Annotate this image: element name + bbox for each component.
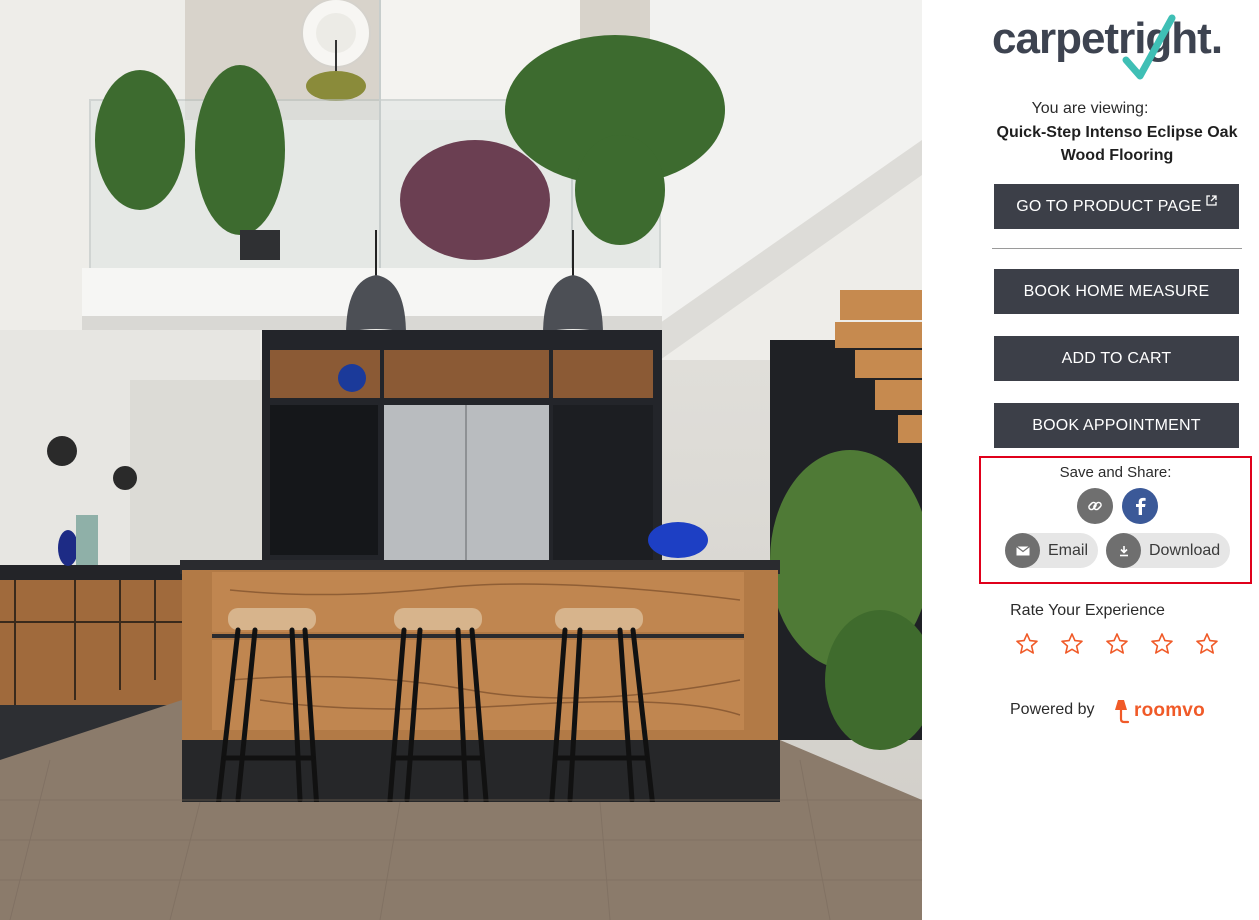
product-name-line1: Quick-Step Intenso Eclipse Oak: [996, 124, 1238, 141]
external-link-icon: [1206, 195, 1217, 206]
star-icon: [1106, 633, 1128, 654]
logo-text: carpetright.: [992, 14, 1223, 63]
visualizer-panel: carpetright. You are viewing: Quick-Step…: [922, 0, 1259, 920]
star-icon: [1061, 633, 1083, 654]
roomvo-logo[interactable]: roomvo: [1113, 696, 1205, 726]
roomvo-lamp-icon: [1115, 700, 1130, 724]
rate-experience-title: Rate Your Experience: [1010, 602, 1165, 619]
add-to-cart-label: ADD TO CART: [1061, 349, 1172, 367]
carpetright-logo[interactable]: carpetright.: [992, 10, 1242, 80]
room-scene-image: [0, 0, 922, 920]
roomvo-wordmark: roomvo: [1134, 700, 1205, 721]
star-3[interactable]: [1102, 628, 1132, 660]
copy-link-button[interactable]: [1077, 488, 1113, 524]
product-name: Quick-Step Intenso Eclipse Oak Wood Floo…: [988, 121, 1246, 167]
star-1[interactable]: [1012, 628, 1042, 660]
star-4[interactable]: [1147, 628, 1177, 660]
star-icon: [1151, 633, 1173, 654]
star-2[interactable]: [1057, 628, 1087, 660]
star-icon: [1196, 633, 1218, 654]
book-home-measure-label: BOOK HOME MEASURE: [1023, 282, 1210, 300]
email-label: Email: [1048, 541, 1089, 559]
product-name-line2: Wood Flooring: [1060, 147, 1174, 164]
go-to-product-page-label: GO TO PRODUCT PAGE: [1016, 197, 1202, 215]
star-5[interactable]: [1192, 628, 1222, 660]
link-icon: [1088, 501, 1102, 511]
facebook-share-button[interactable]: [1122, 488, 1158, 524]
email-icon-circle: [1005, 533, 1040, 568]
email-share-button[interactable]: Email: [1005, 533, 1098, 568]
kitchen-illustration: [0, 0, 922, 920]
star-rating: [1012, 628, 1222, 660]
facebook-icon: [1136, 497, 1146, 515]
save-and-share-title: Save and Share:: [1059, 464, 1172, 481]
book-appointment-label: BOOK APPOINTMENT: [1032, 416, 1201, 434]
powered-by-label: Powered by: [1010, 701, 1095, 718]
book-home-measure-button[interactable]: BOOK HOME MEASURE: [994, 269, 1239, 314]
checkmark-icon: [1122, 14, 1176, 80]
book-appointment-button[interactable]: BOOK APPOINTMENT: [994, 403, 1239, 448]
email-icon: [1015, 545, 1030, 555]
download-icon-circle: [1106, 533, 1141, 568]
star-icon: [1016, 633, 1038, 654]
save-and-share-section: Save and Share: Email Download: [979, 456, 1252, 584]
download-button[interactable]: Download: [1106, 533, 1230, 568]
add-to-cart-button[interactable]: ADD TO CART: [994, 336, 1239, 381]
download-label: Download: [1149, 541, 1221, 559]
viewing-label: You are viewing:: [1031, 100, 1149, 117]
divider: [992, 248, 1242, 249]
download-icon: [1119, 545, 1128, 556]
go-to-product-page-button[interactable]: GO TO PRODUCT PAGE: [994, 184, 1239, 229]
